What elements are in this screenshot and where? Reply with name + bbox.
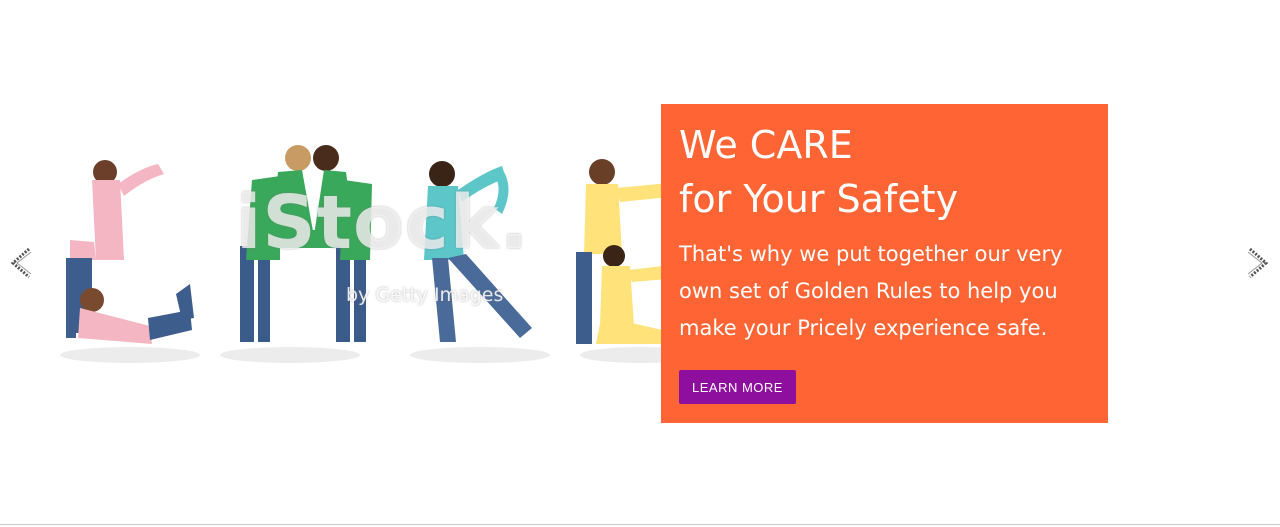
chevron-left-icon bbox=[10, 247, 32, 279]
promo-title: We CARE for Your Safety bbox=[679, 118, 1090, 226]
learn-more-button[interactable]: LEARN MORE bbox=[679, 370, 796, 404]
chevron-right-icon bbox=[1247, 247, 1269, 279]
next-slide-button[interactable] bbox=[1244, 246, 1270, 280]
photo-watermark-subtitle: by Getty Images bbox=[346, 284, 504, 306]
photo-watermark: iStock. bbox=[236, 180, 530, 266]
promo-card: We CARE for Your Safety That's why we pu… bbox=[661, 104, 1108, 423]
letter-c-figure bbox=[66, 160, 194, 344]
hero-carousel: iStock. by Getty Images We CARE for Your… bbox=[0, 0, 1280, 527]
promo-title-line-1: We CARE bbox=[679, 123, 853, 167]
promo-description: That's why we put together our very own … bbox=[679, 242, 1063, 340]
previous-slide-button[interactable] bbox=[9, 246, 35, 280]
promo-title-line-2: for Your Safety bbox=[679, 177, 959, 221]
bottom-divider bbox=[0, 524, 1280, 525]
